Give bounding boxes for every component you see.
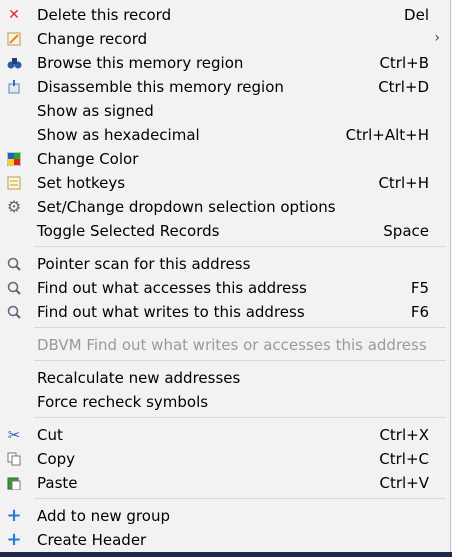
menu-item-create-header[interactable]: + Create Header <box>0 528 450 552</box>
menu-item-add-to-new-group[interactable]: + Add to new group <box>0 504 450 528</box>
menu-item-toggle-selected[interactable]: Toggle Selected Records Space <box>0 219 450 243</box>
menu-item-dropdown-options[interactable]: ⚙ Set/Change dropdown selection options <box>0 195 450 219</box>
background-window-strip <box>0 552 452 557</box>
context-menu: ✕ Delete this record Del Change record ›… <box>0 0 451 552</box>
menu-item-change-record[interactable]: Change record › <box>0 27 450 51</box>
menu-separator <box>34 246 446 247</box>
hotkey-icon <box>6 175 22 191</box>
menu-separator <box>34 360 446 361</box>
binoculars-icon <box>6 55 22 71</box>
paste-icon <box>6 475 22 491</box>
menu-item-find-accesses[interactable]: Find out what accesses this address F5 <box>0 276 450 300</box>
find-access-icon <box>6 280 22 296</box>
menu-item-find-writes[interactable]: Find out what writes to this address F6 <box>0 300 450 324</box>
menu-item-set-hotkeys[interactable]: Set hotkeys Ctrl+H <box>0 171 450 195</box>
magnifier-icon <box>6 256 22 272</box>
menu-item-disassemble[interactable]: Disassemble this memory region Ctrl+D <box>0 75 450 99</box>
menu-item-force-recheck-symbols[interactable]: Force recheck symbols <box>0 390 450 414</box>
disassemble-icon <box>6 79 22 95</box>
menu-item-show-hex[interactable]: Show as hexadecimal Ctrl+Alt+H <box>0 123 450 147</box>
menu-item-dbvm-find: DBVM Find out what writes or accesses th… <box>37 336 427 354</box>
color-palette-icon <box>6 151 22 167</box>
menu-item-pointer-scan[interactable]: Pointer scan for this address <box>0 252 450 276</box>
copy-icon <box>6 451 22 467</box>
menu-item-paste[interactable]: Paste Ctrl+V <box>0 471 450 495</box>
menu-item-browse-memory[interactable]: Browse this memory region Ctrl+B <box>0 51 450 75</box>
find-write-icon <box>6 304 22 320</box>
menu-item-show-signed[interactable]: Show as signed <box>0 99 450 123</box>
menu-separator <box>34 327 446 328</box>
plus-icon: + <box>6 529 22 550</box>
menu-item-change-color[interactable]: Change Color <box>0 147 450 171</box>
scissors-icon: ✂ <box>7 426 21 444</box>
menu-item-cut[interactable]: ✂ Cut Ctrl+X <box>0 423 450 447</box>
menu-separator <box>34 498 446 499</box>
gear-icon: ⚙ <box>6 197 22 216</box>
delete-x-icon: ✕ <box>8 7 20 23</box>
menu-item-delete-record[interactable]: ✕ Delete this record Del <box>0 3 450 27</box>
menu-item-recalculate-addresses[interactable]: Recalculate new addresses <box>0 366 450 390</box>
menu-separator <box>34 417 446 418</box>
plus-icon: + <box>6 505 22 526</box>
edit-icon <box>6 31 22 47</box>
menu-item-copy[interactable]: Copy Ctrl+C <box>0 447 450 471</box>
submenu-arrow-icon: › <box>434 30 440 46</box>
